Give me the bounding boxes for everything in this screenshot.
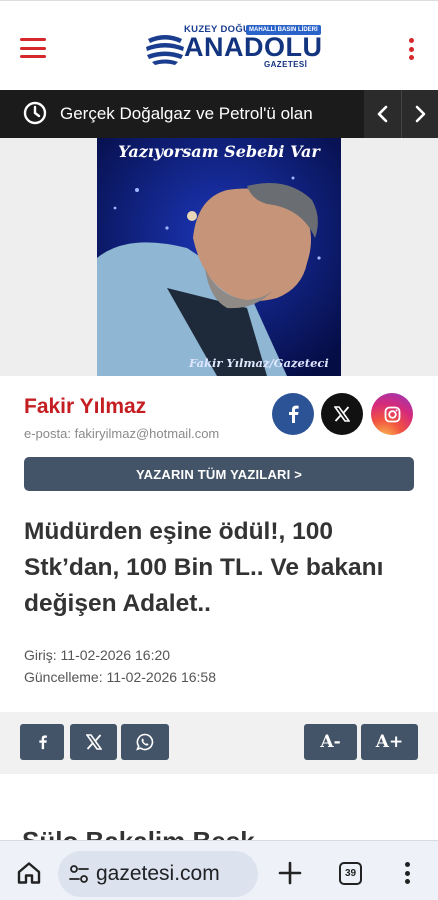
whatsapp-icon: [136, 733, 154, 751]
site-logo[interactable]: KUZEY DOĞU MAHALLİ BASIN LİDERİ ANADOLU …: [144, 23, 322, 71]
site-settings-icon[interactable]: [68, 864, 90, 884]
browser-toolbar: gazetesi.com 39: [0, 840, 438, 900]
author-photo-band: Yazıyorsam Sebebi Var Fakir Yılmaz/Gazet…: [0, 138, 438, 376]
logo-sub-text: GAZETESİ: [264, 60, 308, 69]
photo-caption-bottom: Fakir Yılmaz/Gazeteci: [189, 356, 329, 370]
share-toolbar: A- A+: [0, 712, 438, 774]
photo-caption-top: Yazıyorsam Sebebi Var: [118, 142, 320, 161]
clock-icon: [23, 101, 47, 125]
x-icon: [334, 406, 350, 422]
author-name[interactable]: Fakir Yılmaz: [24, 395, 146, 419]
author-photo: Yazıyorsam Sebebi Var Fakir Yılmaz/Gazet…: [97, 138, 341, 376]
facebook-icon: [289, 405, 299, 423]
tabs-icon[interactable]: 39: [339, 862, 362, 885]
facebook-icon: [38, 735, 47, 750]
updated-date: Güncelleme: 11-02-2026 16:58: [24, 669, 216, 685]
logo-globe-icon: [146, 29, 184, 67]
share-facebook-button[interactable]: [20, 724, 64, 760]
logo-main-text: ANADOLU: [184, 32, 323, 62]
site-header: KUZEY DOĞU MAHALLİ BASIN LİDERİ ANADOLU …: [0, 0, 438, 90]
x-button[interactable]: [321, 393, 363, 435]
news-ticker: Gerçek Doğalgaz ve Petrol'ü olan: [0, 90, 438, 138]
instagram-icon: [384, 406, 400, 422]
page: KUZEY DOĞU MAHALLİ BASIN LİDERİ ANADOLU …: [0, 0, 438, 900]
author-photo-illustration: [97, 138, 341, 376]
facebook-button[interactable]: [272, 393, 314, 435]
article-title: Müdürden eşine ödül!, 100 Stk’dan, 100 B…: [24, 518, 384, 617]
author-email: e-posta: fakiryilmaz@hotmail.com: [24, 426, 220, 441]
font-increase-button[interactable]: A+: [361, 724, 418, 760]
share-x-button[interactable]: [70, 724, 117, 760]
published-date: Giriş: 11-02-2026 16:20: [24, 647, 171, 663]
url-text[interactable]: gazetesi.com: [96, 862, 252, 886]
share-whatsapp-button[interactable]: [121, 724, 169, 760]
x-icon: [85, 734, 102, 750]
hamburger-icon[interactable]: [20, 38, 46, 58]
vertical-dots-icon[interactable]: [408, 38, 414, 60]
chevron-left-icon: [377, 105, 387, 123]
ticker-prev-button[interactable]: [364, 90, 401, 138]
instagram-button[interactable]: [371, 393, 413, 435]
plus-icon[interactable]: [277, 860, 303, 886]
ticker-next-button[interactable]: [401, 90, 438, 138]
all-posts-button[interactable]: YAZARIN TÜM YAZILARI >: [24, 457, 414, 491]
menu-icon[interactable]: [404, 862, 410, 884]
chevron-right-icon: [415, 105, 426, 123]
font-decrease-button[interactable]: A-: [304, 724, 357, 760]
home-icon[interactable]: [16, 861, 42, 885]
address-bar[interactable]: gazetesi.com: [58, 851, 258, 897]
ticker-headline[interactable]: Gerçek Doğalgaz ve Petrol'ü olan: [60, 104, 313, 124]
